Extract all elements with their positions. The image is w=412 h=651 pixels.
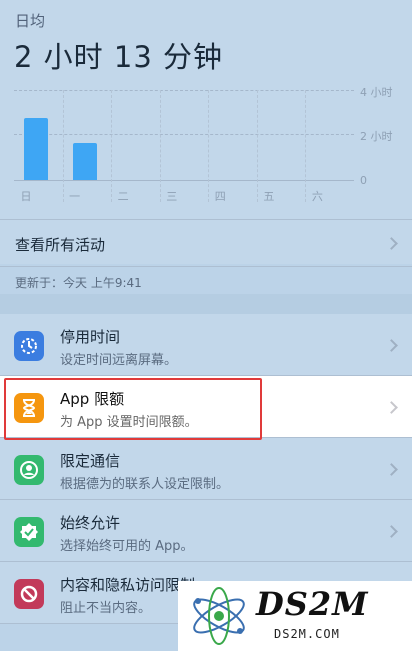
grid-line-vertical	[111, 90, 113, 202]
grid-line-top	[14, 90, 354, 91]
grid-line-vertical	[256, 90, 258, 202]
chevron-right-icon	[385, 463, 398, 476]
x-tick-label: 六	[311, 190, 323, 203]
y-tick-0: 0	[360, 174, 367, 187]
downtime-title: 停用时间	[60, 328, 121, 346]
watermark-brand: DS2M	[256, 585, 369, 623]
grid-line-vertical	[208, 90, 210, 202]
communication-limits-title: 限定通信	[60, 452, 121, 470]
content-privacy-subtitle: 阻止不当内容。	[60, 601, 152, 616]
watermark-url: DS2M.COM	[274, 627, 340, 641]
grid-line-vertical	[305, 90, 307, 202]
x-tick-label: 日	[20, 190, 32, 203]
weekly-usage-chart	[14, 90, 354, 202]
x-tick-label: 三	[166, 190, 178, 203]
app-limits-title: App 限额	[60, 390, 125, 408]
communication-limits-row[interactable]: 限定通信 根据德为的联系人设定限制。	[0, 438, 412, 500]
app-limits-subtitle: 为 App 设置时间限额。	[60, 415, 198, 430]
downtime-row[interactable]: 停用时间 设定时间远离屏幕。	[0, 314, 412, 376]
see-all-activity-label: 查看所有活动	[15, 236, 106, 254]
chevron-right-icon	[385, 401, 398, 414]
always-allowed-title: 始终允许	[60, 514, 121, 532]
x-tick-label: 五	[263, 190, 275, 203]
atom-logo-icon	[193, 587, 245, 645]
daily-average-label: 日均	[15, 12, 46, 30]
downtime-subtitle: 设定时间远离屏幕。	[60, 353, 178, 368]
content-privacy-title: 内容和隐私访问限制	[60, 576, 196, 594]
hourglass-icon	[14, 393, 44, 423]
x-tick-label: 二	[117, 190, 129, 203]
chart-bar	[24, 118, 48, 180]
always-allowed-subtitle: 选择始终可用的 App。	[60, 539, 194, 554]
app-limits-row[interactable]: App 限额 为 App 设置时间限额。	[0, 376, 412, 438]
grid-line-baseline	[14, 180, 354, 181]
x-tick-label: 四	[214, 190, 226, 203]
section-gap	[0, 294, 412, 314]
checkmark-badge-icon	[14, 517, 44, 547]
restriction-icon	[14, 579, 44, 609]
contact-icon	[14, 455, 44, 485]
always-allowed-row[interactable]: 始终允许 选择始终可用的 App。	[0, 500, 412, 562]
grid-line-vertical	[159, 90, 161, 202]
chart-bar	[72, 142, 97, 180]
chevron-right-icon	[385, 339, 398, 352]
grid-line-vertical	[62, 90, 64, 202]
y-tick-4h: 4 小时	[360, 86, 393, 99]
chevron-right-icon	[385, 237, 398, 250]
y-tick-2h: 2 小时	[360, 130, 393, 143]
updated-time: 更新于：今天 上午9:41	[0, 266, 412, 294]
daily-average-value: 2 小时 13 分钟	[14, 40, 224, 74]
see-all-activity-row[interactable]: 查看所有活动	[0, 219, 412, 267]
watermark: DS2M DS2M.COM	[178, 581, 412, 651]
downtime-icon	[14, 331, 44, 361]
settings-list: 停用时间 设定时间远离屏幕。 App 限额 为 App 设置时间限额。 限定通信…	[0, 314, 412, 624]
chevron-right-icon	[385, 525, 398, 538]
updated-time-label: 更新于：今天 上午9:41	[15, 276, 142, 290]
grid-line-mid	[14, 134, 354, 135]
x-tick-label: 一	[69, 190, 81, 203]
communication-limits-subtitle: 根据德为的联系人设定限制。	[60, 477, 230, 492]
usage-summary-card: 日均 2 小时 13 分钟 4 小时 2 小时 0 日 一 二 三 四 五 六 查看所有活动…	[0, 0, 412, 290]
